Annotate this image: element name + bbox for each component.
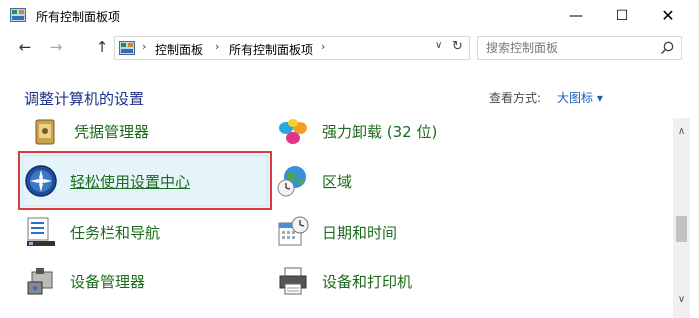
item-device-manager[interactable]: 设备管理器 (24, 261, 145, 301)
breadcrumb-separator[interactable]: › (142, 40, 146, 53)
scrollbar-thumb[interactable] (676, 216, 687, 242)
maximize-button[interactable]: ☐ (599, 0, 645, 31)
scroll-up-button[interactable]: ∧ (673, 126, 690, 140)
calendar-clock-icon (278, 216, 309, 246)
address-bar[interactable]: › 控制面板 › 所有控制面板项 › ∨ ↻ (114, 36, 470, 60)
up-button[interactable]: ↑ (92, 37, 112, 57)
item-label: 强力卸载 (32 位) (322, 122, 438, 141)
item-ease-of-access[interactable]: 轻松使用设置中心 (24, 161, 190, 201)
item-label: 任务栏和导航 (70, 223, 161, 242)
taskbar-icon (27, 217, 55, 246)
address-dropdown-button[interactable]: ∨ (435, 40, 442, 51)
item-credential-manager[interactable]: 凭据管理器 (28, 118, 149, 151)
region-globe-icon (277, 166, 306, 197)
search-input[interactable] (486, 40, 656, 56)
scroll-down-button[interactable]: ∨ (673, 294, 690, 308)
breadcrumb-all-items[interactable]: 所有控制面板项 (229, 41, 313, 58)
breadcrumb-control-panel[interactable]: 控制面板 (155, 41, 203, 58)
item-label: 设备和打印机 (322, 272, 413, 291)
search-icon[interactable] (659, 40, 675, 56)
back-button[interactable]: ← (15, 37, 35, 57)
item-label: 凭据管理器 (74, 122, 150, 141)
search-box[interactable] (477, 36, 682, 60)
item-label: 日期和时间 (322, 223, 398, 242)
item-label: 设备管理器 (70, 272, 146, 291)
control-panel-icon (10, 8, 26, 22)
breadcrumb-separator[interactable]: › (215, 40, 219, 53)
vertical-scrollbar[interactable]: ∧ ∨ (673, 118, 690, 318)
item-uninstall-32[interactable]: 强力卸载 (32 位) (276, 118, 437, 151)
device-manager-icon (27, 268, 53, 295)
printer-icon (279, 267, 307, 295)
control-panel-items: 凭据管理器 强力卸载 (32 位) 轻松使用设置中心 区域 任务栏和导航 日期和… (0, 118, 673, 318)
window-title: 所有控制面板项 (36, 10, 121, 24)
control-panel-icon (119, 41, 135, 55)
navigation-bar: ← → ↑ › 控制面板 › 所有控制面板项 › ∨ ↻ (0, 31, 699, 65)
item-date-time[interactable]: 日期和时间 (276, 212, 397, 252)
uninstall-tool-icon (279, 119, 307, 144)
view-by-label: 查看方式: (489, 91, 542, 105)
page-title: 调整计算机的设置 (24, 90, 145, 108)
breadcrumb-separator[interactable]: › (321, 40, 325, 53)
item-label: 区域 (322, 172, 353, 191)
ease-of-access-icon (25, 165, 57, 197)
item-taskbar-navigation[interactable]: 任务栏和导航 (24, 212, 160, 252)
refresh-button[interactable]: ↻ (452, 39, 463, 54)
item-region[interactable]: 区域 (276, 161, 352, 201)
item-devices-printers[interactable]: 设备和打印机 (276, 261, 412, 301)
view-by-dropdown[interactable]: 大图标 ▾ (557, 89, 603, 106)
credential-manager-icon (35, 119, 55, 145)
minimize-button[interactable]: — (553, 0, 599, 31)
forward-button[interactable]: → (46, 37, 66, 57)
item-label: 轻松使用设置中心 (70, 172, 191, 191)
close-button[interactable]: ✕ (645, 0, 691, 31)
title-bar: 所有控制面板项 — ☐ ✕ (0, 0, 699, 31)
